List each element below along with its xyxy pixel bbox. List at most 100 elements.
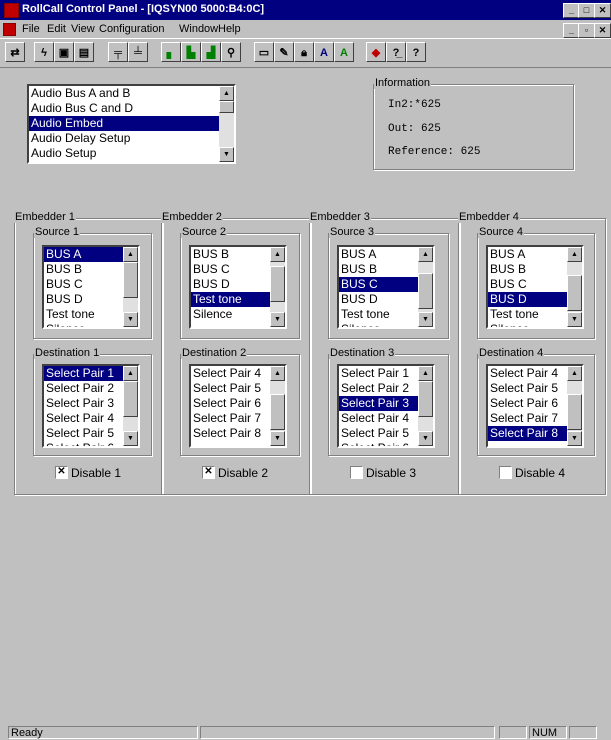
scrollbar[interactable]: ▲ ▼ <box>567 366 582 446</box>
menu-listbox[interactable]: Audio Bus A and B Audio Bus C and D Audio … <box>27 84 236 164</box>
eraser-icon[interactable]: ◆ <box>366 42 386 62</box>
destination-listbox[interactable]: Select Pair 1 Select Pair 2 Select Pair 3S… <box>42 364 140 448</box>
menu-file[interactable]: File <box>22 23 40 35</box>
lightning-icon[interactable]: ϟ <box>34 42 54 62</box>
scrollbar[interactable]: ▲ ▼ <box>123 366 138 446</box>
scroll-thumb[interactable] <box>123 262 138 298</box>
scroll-up-icon[interactable]: ▲ <box>270 247 285 262</box>
network-alt-icon[interactable]: ╧ <box>128 42 148 62</box>
bar-chart-large-icon[interactable]: ▟ <box>201 42 221 62</box>
scroll-up-icon[interactable]: ▲ <box>567 247 582 262</box>
info-output-standard: Out: 625 <box>388 123 441 135</box>
scroll-up-icon[interactable]: ▲ <box>418 247 433 262</box>
menu-configuration[interactable]: Configuration <box>99 23 164 35</box>
menu-list-scrollbar[interactable]: ▲ ▼ <box>219 86 234 162</box>
dialog-icon[interactable]: ?̲ <box>386 42 406 62</box>
destination-label: Destination 1 <box>34 347 101 359</box>
scroll-down-icon[interactable]: ▼ <box>270 312 285 327</box>
bar-chart-small-icon[interactable]: ▖ <box>161 42 181 62</box>
book-icon[interactable]: ▭ <box>254 42 274 62</box>
scrollbar[interactable]: ▲ ▼ <box>270 366 285 446</box>
source-label: Source 3 <box>329 226 376 238</box>
scroll-down-icon[interactable]: ▼ <box>567 431 582 446</box>
scroll-up-icon[interactable]: ▲ <box>418 366 433 381</box>
title-bar[interactable]: RollCall Control Panel - [IQSYN00 5000:B… <box>0 0 611 20</box>
embedder-label: Embedder 2 <box>161 211 223 223</box>
connect-icon[interactable]: ⇄ <box>5 42 25 62</box>
scroll-thumb[interactable] <box>270 266 285 302</box>
info-input-standard: In2:*625 <box>388 99 441 111</box>
edit-icon[interactable]: ✎ <box>274 42 294 62</box>
source-label: Source 2 <box>181 226 228 238</box>
scroll-thumb[interactable] <box>567 275 582 311</box>
scroll-down-icon[interactable]: ▼ <box>567 312 582 327</box>
font-icon[interactable]: A <box>314 42 334 62</box>
scrollbar[interactable]: ▲ ▼ <box>418 366 433 446</box>
info-reference-standard: Reference: 625 <box>388 146 481 158</box>
maximize-button[interactable]: □ <box>578 3 595 18</box>
disable-label[interactable]: Disable 3 <box>366 466 416 480</box>
network-icon[interactable]: ╤ <box>108 42 128 62</box>
scroll-thumb[interactable] <box>270 394 285 430</box>
search-icon[interactable]: ⚲ <box>221 42 241 62</box>
scroll-down-icon[interactable]: ▼ <box>270 431 285 446</box>
child-window-icon[interactable] <box>3 23 16 36</box>
status-text: Ready <box>8 726 198 739</box>
menu-list-item[interactable]: Audio Bus A and B <box>29 86 234 101</box>
scroll-up-icon[interactable]: ▲ <box>123 366 138 381</box>
status-panel-caps <box>499 726 527 739</box>
source-listbox[interactable]: BUS A BUS B BUS C BUS D Test tone Silence ▲ ▼ <box>486 245 584 329</box>
scroll-down-icon[interactable]: ▼ <box>123 312 138 327</box>
source-listbox[interactable]: BUS A BUS B BUS C BUS D Test tone Silence ▲ ▼ <box>42 245 140 329</box>
disable-label[interactable]: Disable 1 <box>71 466 121 480</box>
menu-view[interactable]: View <box>71 23 95 35</box>
scroll-thumb[interactable] <box>219 101 234 113</box>
disable-checkbox[interactable] <box>350 466 363 479</box>
menu-list-item[interactable]: Audio Delay Setup <box>29 131 234 146</box>
scroll-thumb[interactable] <box>418 381 433 417</box>
scrollbar[interactable]: ▲ ▼ <box>123 247 138 327</box>
child-close-button[interactable]: ✕ <box>594 23 611 38</box>
menu-help[interactable]: Help <box>218 23 241 35</box>
menu-window[interactable]: Window <box>179 23 218 35</box>
scroll-up-icon[interactable]: ▲ <box>123 247 138 262</box>
menu-list-item[interactable]: Audio Embed <box>29 116 234 131</box>
save-icon[interactable]: ▣ <box>54 42 74 62</box>
save-all-icon[interactable]: ▤ <box>74 42 94 62</box>
source-listbox[interactable]: BUS B BUS C BUS D Test tone Silence ▲ ▼ <box>189 245 287 329</box>
scroll-down-icon[interactable]: ▼ <box>418 431 433 446</box>
scroll-up-icon[interactable]: ▲ <box>567 366 582 381</box>
disable-checkbox[interactable]: ✕ <box>55 466 68 479</box>
scroll-thumb[interactable] <box>418 273 433 309</box>
menu-list-item[interactable]: Audio Bus C and D <box>29 101 234 116</box>
disable-label[interactable]: Disable 2 <box>218 466 268 480</box>
status-num: NUM <box>529 726 567 739</box>
destination-listbox[interactable]: Select Pair 4 Select Pair 5 Select Pair 6S… <box>189 364 287 448</box>
child-restore-button[interactable]: ▫ <box>578 23 595 38</box>
source-listbox[interactable]: BUS A BUS B BUS C BUS D Test tone Silence ▲ ▼ <box>337 245 435 329</box>
source-label: Source 1 <box>34 226 81 238</box>
font-green-icon[interactable]: A <box>334 42 354 62</box>
disable-label[interactable]: Disable 4 <box>515 466 565 480</box>
menu-edit[interactable]: Edit <box>47 23 66 35</box>
scroll-down-icon[interactable]: ▼ <box>219 147 234 162</box>
scroll-thumb[interactable] <box>123 381 138 417</box>
scroll-thumb[interactable] <box>567 394 582 430</box>
scroll-down-icon[interactable]: ▼ <box>123 431 138 446</box>
scrollbar[interactable]: ▲ ▼ <box>418 247 433 327</box>
destination-listbox[interactable]: Select Pair 1 Select Pair 2 Select Pair 3S… <box>337 364 435 448</box>
scrollbar[interactable]: ▲ ▼ <box>567 247 582 327</box>
help-icon[interactable]: ? <box>406 42 426 62</box>
close-button[interactable]: ✕ <box>594 3 611 18</box>
bar-chart-medium-icon[interactable]: ▙ <box>181 42 201 62</box>
destination-label: Destination 3 <box>329 347 396 359</box>
scrollbar[interactable]: ▲ ▼ <box>270 247 285 327</box>
disable-checkbox[interactable]: ✕ <box>202 466 215 479</box>
scroll-up-icon[interactable]: ▲ <box>219 86 234 101</box>
scroll-down-icon[interactable]: ▼ <box>418 312 433 327</box>
lock-icon[interactable]: 🔒︎ <box>294 42 314 62</box>
menu-list-item[interactable]: Audio Setup <box>29 146 234 161</box>
destination-listbox[interactable]: Select Pair 4 Select Pair 5 Select Pair 6S… <box>486 364 584 448</box>
disable-checkbox[interactable] <box>499 466 512 479</box>
scroll-up-icon[interactable]: ▲ <box>270 366 285 381</box>
